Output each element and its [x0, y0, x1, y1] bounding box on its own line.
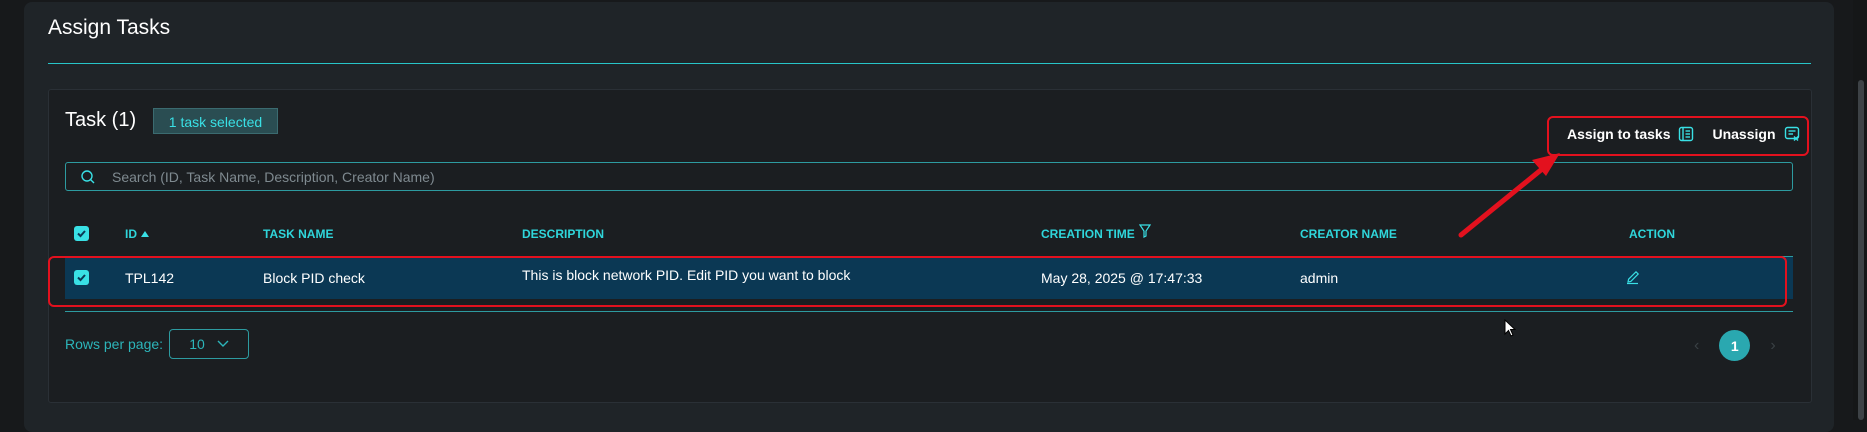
page-scrollbar[interactable]	[1853, 0, 1867, 420]
rows-per-page-label: Rows per page:	[65, 336, 164, 352]
unassign-button[interactable]: Unassign	[1712, 126, 1799, 142]
column-header-id[interactable]: ID	[125, 227, 149, 241]
mouse-cursor-icon	[1504, 319, 1516, 337]
edit-icon[interactable]	[1625, 269, 1641, 288]
assign-to-tasks-button[interactable]: Assign to tasks	[1567, 126, 1694, 142]
column-header-action: ACTION	[1629, 227, 1675, 241]
checkbox-checked-icon	[77, 230, 86, 238]
column-header-creator-name[interactable]: CREATOR NAME	[1300, 227, 1397, 241]
table-row[interactable]: TPL142 Block PID check This is block net…	[65, 257, 1793, 299]
chevron-right-icon[interactable]: ›	[1770, 337, 1775, 355]
column-header-task-name[interactable]: TASK NAME	[263, 227, 333, 241]
table-divider	[65, 311, 1793, 312]
cell-creator-name: admin	[1300, 270, 1339, 286]
row-checkbox[interactable]	[74, 270, 89, 285]
chevron-down-icon	[217, 340, 229, 347]
scrollbar-thumb[interactable]	[1858, 80, 1864, 420]
bulk-action-toolbar: Assign to tasks Unassign	[1547, 116, 1805, 152]
cell-creation-time: May 28, 2025 @ 17:47:33	[1041, 270, 1203, 286]
assign-label: Assign to tasks	[1567, 126, 1671, 142]
title-divider	[48, 63, 1811, 64]
unassign-label: Unassign	[1712, 126, 1776, 142]
rows-per-page-value: 10	[189, 336, 205, 352]
column-header-description[interactable]: DESCRIPTION	[522, 227, 604, 241]
search-input[interactable]	[102, 167, 1792, 186]
cell-task-name: Block PID check	[263, 270, 365, 286]
task-count-heading: Task (1)	[65, 109, 137, 131]
selection-badge: 1 task selected	[153, 108, 278, 134]
select-all-checkbox[interactable]	[74, 226, 89, 241]
sort-ascending-icon	[141, 231, 149, 237]
table-header: ID TASK NAME DESCRIPTION CREATION TIME C…	[65, 222, 1793, 246]
rows-per-page-select[interactable]: 10	[169, 329, 249, 359]
page-title: Assign Tasks	[48, 16, 171, 39]
checkbox-checked-icon	[77, 274, 86, 282]
cell-id: TPL142	[125, 270, 175, 286]
search-icon	[74, 169, 102, 185]
assign-list-icon	[1679, 126, 1694, 142]
page-button[interactable]: 1	[1719, 330, 1751, 361]
filter-icon[interactable]	[1138, 224, 1151, 238]
search-bar[interactable]	[65, 162, 1793, 191]
column-header-creation-time[interactable]: CREATION TIME	[1041, 221, 1151, 241]
unassign-list-icon	[1784, 126, 1799, 141]
cell-description: This is block network PID. Edit PID you …	[522, 267, 851, 283]
chevron-left-icon[interactable]: ‹	[1694, 337, 1699, 355]
pagination: ‹ 1 ›	[1694, 330, 1776, 361]
